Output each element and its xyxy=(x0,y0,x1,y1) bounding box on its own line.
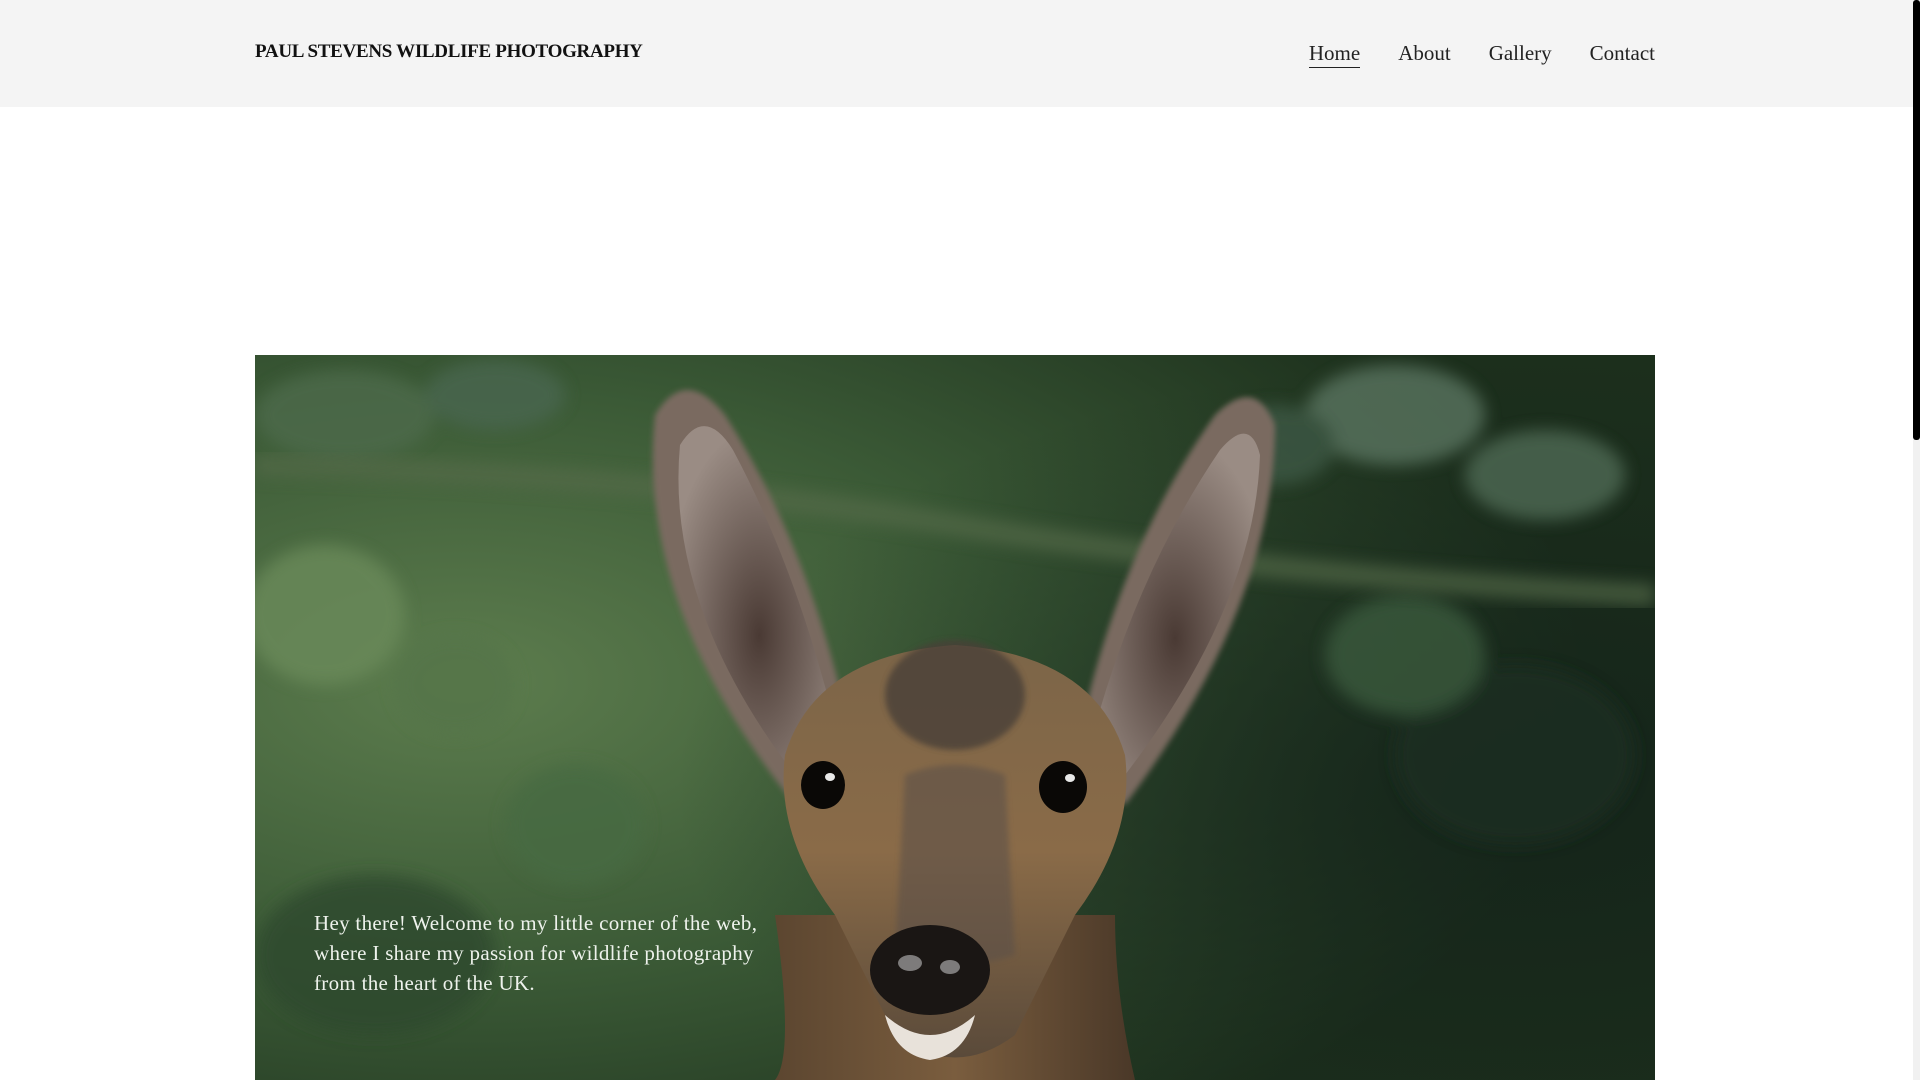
nav-gallery-link[interactable]: Gallery xyxy=(1489,41,1552,68)
hero-section: Hey there! Welcome to my little corner o… xyxy=(255,355,1655,1080)
page-scrollbar[interactable] xyxy=(1913,0,1920,1080)
nav-contact-link[interactable]: Contact xyxy=(1590,41,1655,68)
nav-home-link[interactable]: Home xyxy=(1308,41,1361,68)
nav-about-link[interactable]: About xyxy=(1398,41,1451,68)
page: PAUL STEVENS WILDLIFE PHOTOGRAPHY Home A… xyxy=(0,0,1920,1080)
main-nav: Home About Gallery Contact xyxy=(1308,41,1655,68)
hero-welcome-text: Hey there! Welcome to my little corner o… xyxy=(314,911,758,995)
scrollbar-thumb[interactable] xyxy=(1913,0,1920,440)
site-title[interactable]: PAUL STEVENS WILDLIFE PHOTOGRAPHY xyxy=(255,41,643,63)
site-header: PAUL STEVENS WILDLIFE PHOTOGRAPHY Home A… xyxy=(0,0,1913,107)
